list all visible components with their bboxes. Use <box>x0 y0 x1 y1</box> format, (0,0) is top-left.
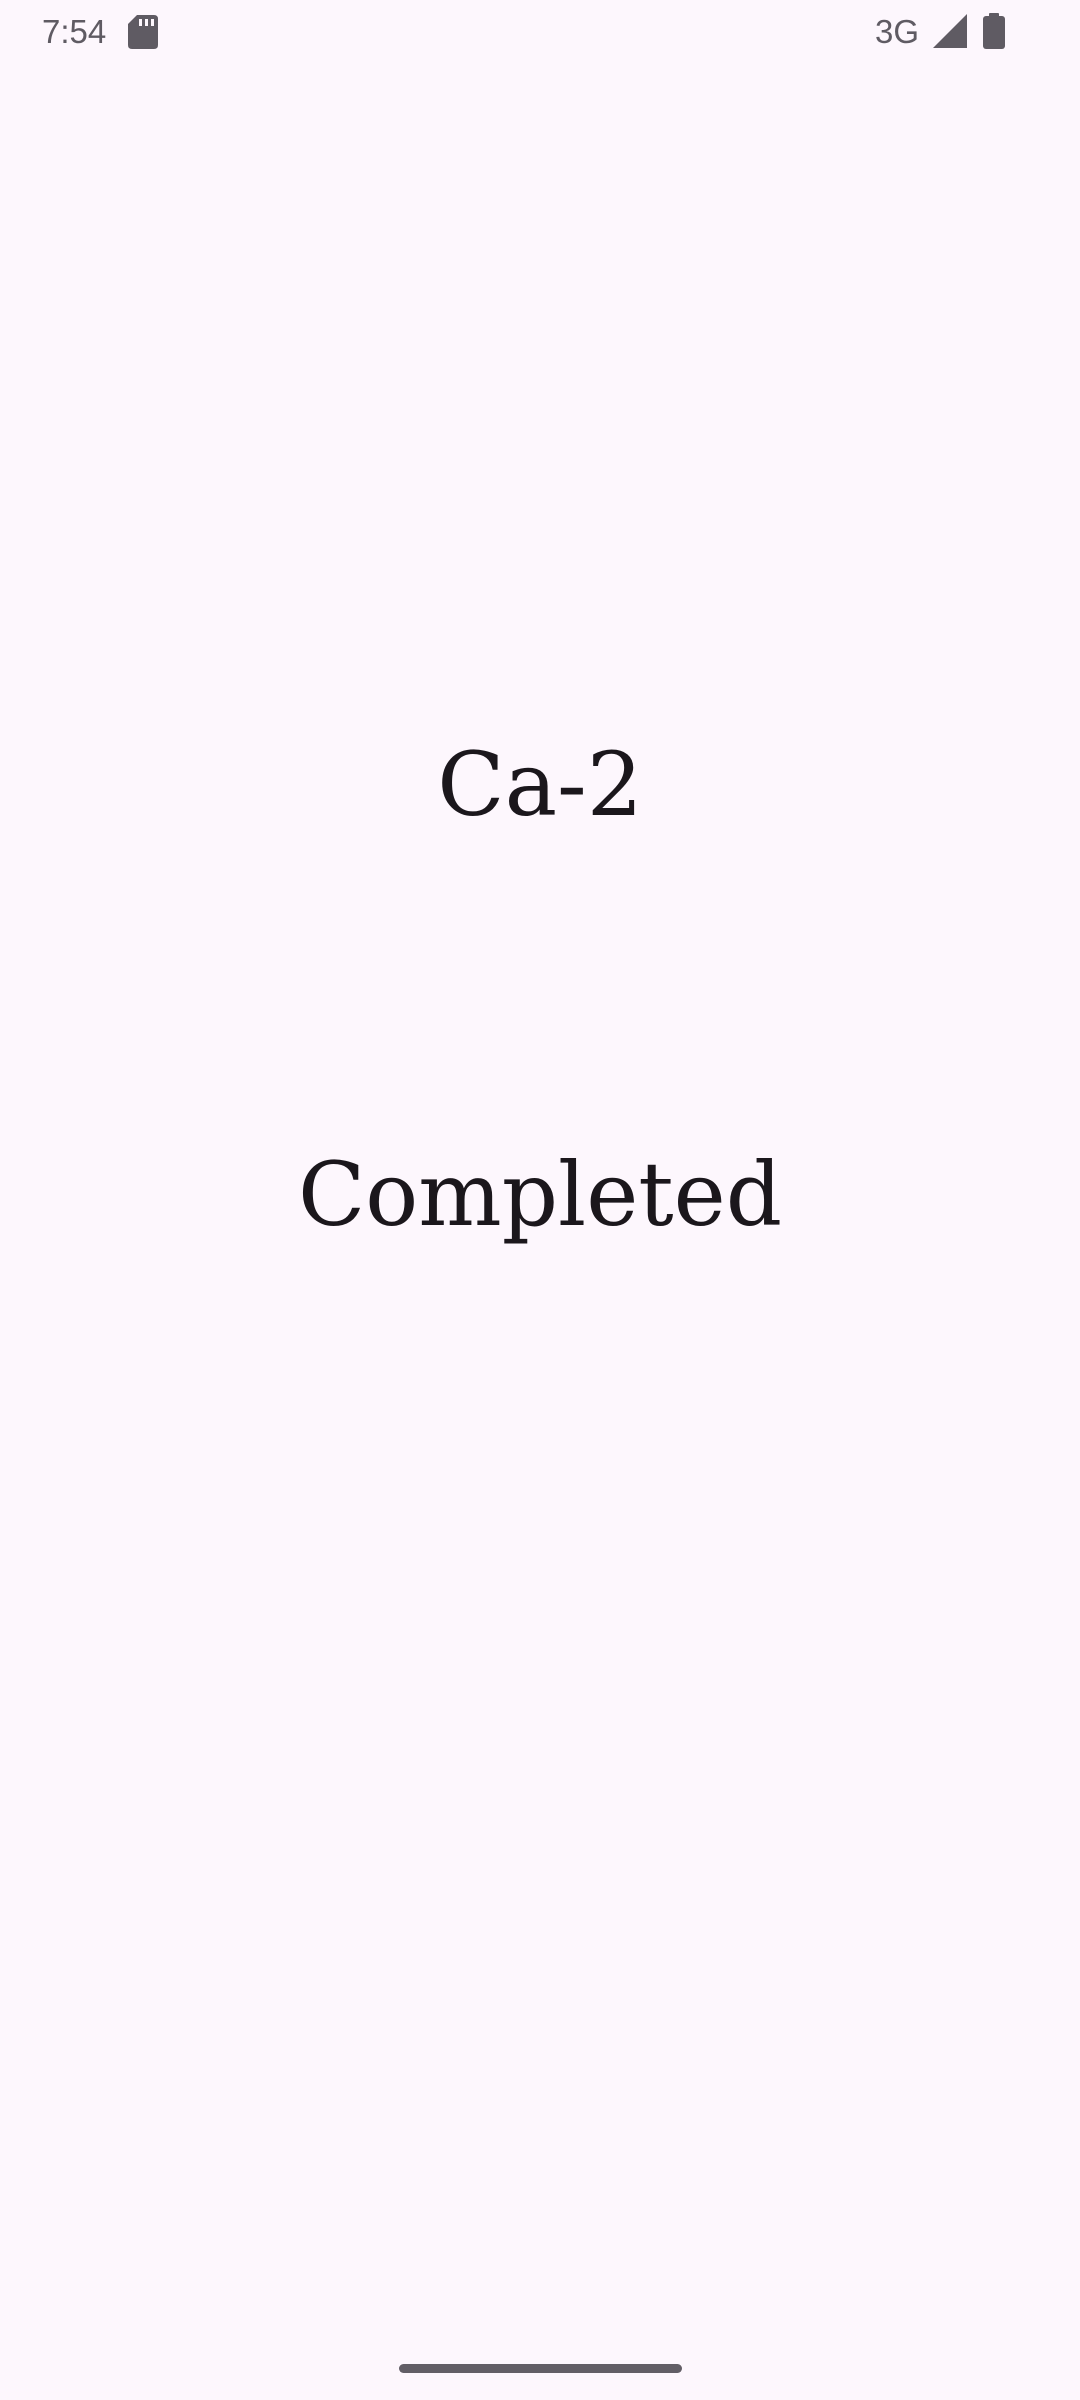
status-bar: 7:54 3G <box>0 0 1080 64</box>
sd-card-icon <box>128 15 158 49</box>
cell-signal-icon <box>933 14 967 48</box>
network-type-label: 3G <box>875 13 920 50</box>
battery-icon <box>983 13 1005 49</box>
counter-title: Ca-2 <box>437 733 643 836</box>
status-time: 7:54 <box>42 13 107 50</box>
gesture-navigation-handle[interactable] <box>399 2364 682 2373</box>
completion-message: Completed <box>297 1143 783 1246</box>
